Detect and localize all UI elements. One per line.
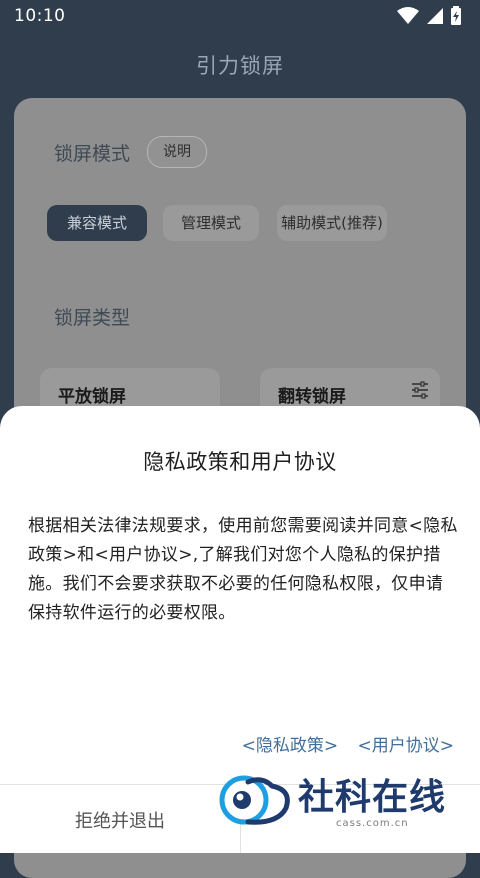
explain-chip[interactable]: 说明 <box>147 136 207 168</box>
type-card-flip-label: 翻转锁屏 <box>278 387 346 407</box>
settings-sliders-icon[interactable] <box>410 380 430 400</box>
status-bar: 10:10 <box>0 0 480 34</box>
lock-mode-label: 锁屏模式 <box>54 143 131 165</box>
dialog-links: <隐私政策> <用户协议> <box>228 731 454 756</box>
battery-charging-icon <box>451 6 461 25</box>
app-title: 引力锁屏 <box>196 54 284 78</box>
watermark-text: 社科在线 <box>298 776 447 818</box>
lock-type-label: 锁屏类型 <box>54 307 131 329</box>
watermark-subtext: cass.com.cn <box>336 818 409 829</box>
type-card-flat-label: 平放锁屏 <box>58 387 126 407</box>
mode-manage-button[interactable]: 管理模式 <box>163 205 259 241</box>
status-time: 10:10 <box>14 6 66 26</box>
signal-icon <box>426 8 443 24</box>
dialog-title: 隐私政策和用户协议 <box>143 450 337 474</box>
cloud-logo-icon <box>219 775 290 825</box>
watermark: 社科在线 cass.com.cn <box>218 762 480 842</box>
user-agreement-link[interactable]: <用户协议> <box>358 736 455 756</box>
mode-compatible-button[interactable]: 兼容模式 <box>47 205 147 241</box>
privacy-policy-link[interactable]: <隐私政策> <box>242 736 339 756</box>
dialog-body: 根据相关法律法规要求，使用前您需要阅读并同意<隐私政策>和<用户协议>,了解我们… <box>28 516 458 623</box>
mode-accessibility-button[interactable]: 辅助模式(推荐) <box>277 205 387 241</box>
status-icons <box>397 6 462 26</box>
wifi-icon <box>397 7 420 24</box>
reject-exit-button[interactable]: 拒绝并退出 <box>0 785 240 859</box>
